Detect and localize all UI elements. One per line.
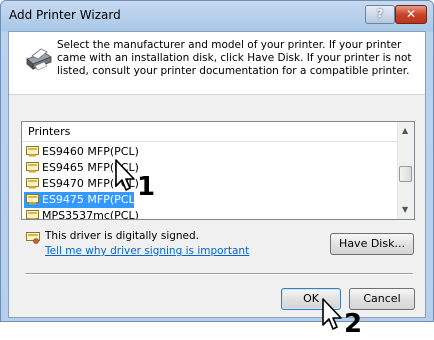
cancel-button[interactable]: Cancel xyxy=(349,288,415,310)
pointer-cursor-icon xyxy=(322,298,342,330)
scroll-up-arrow-icon[interactable]: ▲ xyxy=(402,127,410,135)
list-item[interactable]: ES9460 MFP(PCL) xyxy=(24,144,174,160)
have-disk-button[interactable]: Have Disk... xyxy=(330,233,414,255)
printers-list[interactable]: Printers ES9460 MFP(PCL) ES9465 MFP(PCL)… xyxy=(21,121,415,220)
window-title: Add Printer Wizard xyxy=(9,8,121,22)
step-2-callout: 2 xyxy=(344,309,363,339)
close-button[interactable]: ✕ xyxy=(395,5,427,24)
step-1-callout: 1 xyxy=(137,172,156,202)
driver-icon xyxy=(26,146,39,157)
signed-driver-icon xyxy=(26,232,40,244)
instructions-text: Select the manufacturer and model of you… xyxy=(57,39,412,77)
driver-icon xyxy=(26,162,39,173)
list-item-selected[interactable]: ES9475 MFP(PCL) xyxy=(24,192,139,208)
scroll-down-arrow-icon[interactable]: ▼ xyxy=(402,206,410,214)
driver-icon xyxy=(26,210,39,219)
title-bar: Add Printer Wizard ? ✕ xyxy=(1,1,433,31)
scroll-thumb[interactable] xyxy=(399,166,412,182)
dialog-body: Select the manufacturer and model of you… xyxy=(8,31,426,318)
driver-icon xyxy=(26,178,39,189)
pointer-cursor-icon xyxy=(115,159,135,191)
separator-line xyxy=(25,273,413,275)
printer-icon xyxy=(26,48,52,71)
list-item-label: ES9475 MFP(PCL) xyxy=(42,193,139,206)
list-item[interactable]: MPS3537mc(PCL) xyxy=(24,208,174,220)
list-item-label: ES9460 MFP(PCL) xyxy=(42,145,139,158)
driver-icon xyxy=(26,194,39,205)
help-button[interactable]: ? xyxy=(365,5,395,24)
list-scrollbar[interactable]: ▲ ▼ xyxy=(397,122,414,219)
signed-status-text: This driver is digitally signed. xyxy=(45,230,200,242)
driver-signing-link[interactable]: Tell me why driver signing is important xyxy=(45,245,249,257)
dialog-window: Add Printer Wizard ? ✕ Select the manufa… xyxy=(0,0,434,322)
wizard-header: Select the manufacturer and model of you… xyxy=(9,32,425,95)
printers-column-header[interactable]: Printers xyxy=(22,122,398,142)
list-item-label: MPS3537mc(PCL) xyxy=(42,209,139,220)
